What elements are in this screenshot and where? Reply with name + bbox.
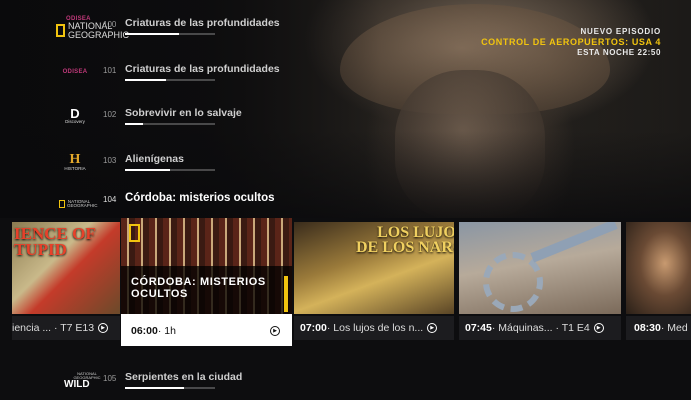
channel-number: 105 bbox=[103, 374, 117, 383]
natgeo-logo: NATIONAL GEOGRAPHIC bbox=[52, 192, 98, 216]
channel-row-101[interactable]: ODISEA 101 Criaturas de las profundidade… bbox=[0, 60, 330, 84]
play-circle-icon[interactable]: ▶ bbox=[593, 323, 604, 333]
play-circle-icon[interactable]: ▶ bbox=[98, 323, 109, 333]
promo-kicker: NUEVO EPISODIO bbox=[580, 27, 661, 36]
card-thumbnail bbox=[626, 222, 691, 314]
channel-program: Criaturas de las profundidades bbox=[125, 17, 280, 29]
historia-h-icon: H bbox=[69, 151, 81, 167]
channel-program: Serpientes en la ciudad bbox=[125, 371, 243, 383]
natgeo-frame-icon bbox=[56, 24, 65, 38]
historia-logo: H HISTORIA bbox=[64, 151, 86, 171]
channel-program: Sobrevivir en lo salvaje bbox=[125, 107, 242, 119]
channel-row-103[interactable]: H HISTORIA 103 Alienígenas bbox=[0, 150, 330, 174]
machine-arm-shape bbox=[530, 222, 618, 263]
program-progress bbox=[125, 169, 215, 171]
card-caption: 06:00 · 1h ▶ bbox=[121, 316, 292, 346]
natgeo-logo: ODISEA NATIONAL GEOGRAPHIC bbox=[56, 16, 129, 40]
card-thumbnail: IENCE OF TUPID bbox=[12, 222, 120, 314]
program-card[interactable]: LOS LUJOS DE LOS NARCOS 07:00 · Los lujo… bbox=[294, 222, 454, 340]
card-caption: 08:30 · Med bbox=[626, 316, 691, 340]
channel-program: Alienígenas bbox=[125, 153, 184, 165]
card-title: CÓRDOBA: MISTERIOS OCULTOS bbox=[131, 276, 266, 301]
channel-row-102[interactable]: D Discovery 102 Sobrevivir en lo salvaje bbox=[0, 104, 330, 128]
promo-banner[interactable]: NUEVO EPISODIO CONTROL DE AEROPUERTOS: U… bbox=[481, 27, 661, 58]
program-progress bbox=[125, 33, 215, 35]
channel-program: Criaturas de las profundidades bbox=[125, 63, 280, 75]
odisea-logo: ODISEA bbox=[62, 69, 88, 75]
promo-time: ESTA NOCHE 22:50 bbox=[577, 48, 661, 58]
channel-number: 102 bbox=[103, 110, 117, 119]
card-thumbnail: CÓRDOBA: MISTERIOS OCULTOS bbox=[121, 218, 292, 314]
channel-number: 100 bbox=[103, 20, 117, 29]
card-thumbnail: LOS LUJOS DE LOS NARCOS bbox=[294, 222, 454, 314]
accent-bar bbox=[284, 276, 288, 312]
channel-number: 104 bbox=[103, 195, 117, 204]
play-circle-icon[interactable]: ▶ bbox=[270, 326, 280, 336]
natgeo-frame-icon bbox=[129, 224, 140, 242]
promo-title: CONTROL DE AEROPUERTOS: USA 4 bbox=[481, 37, 661, 47]
natgeo-frame-icon bbox=[59, 200, 65, 208]
program-progress bbox=[125, 79, 215, 81]
program-progress bbox=[125, 123, 215, 125]
card-caption: iencia ... · T7 E13 ▶ bbox=[12, 316, 120, 340]
program-card-focused[interactable]: CÓRDOBA: MISTERIOS OCULTOS 06:00 · 1h ▶ bbox=[121, 218, 292, 346]
card-caption: 07:45 · Máquinas... · T1 E4 ▶ bbox=[459, 316, 621, 340]
program-card[interactable]: 08:30 · Med bbox=[626, 222, 691, 340]
channel-program: Córdoba: misterios ocultos bbox=[125, 192, 275, 204]
channel-number: 103 bbox=[103, 156, 117, 165]
program-progress bbox=[125, 387, 215, 389]
program-card[interactable]: 07:45 · Máquinas... · T1 E4 ▶ bbox=[459, 222, 621, 340]
play-circle-icon[interactable]: ▶ bbox=[427, 323, 438, 333]
channel-number: 101 bbox=[103, 66, 117, 75]
card-thumbnail bbox=[459, 222, 621, 314]
program-card[interactable]: IENCE OF TUPID iencia ... · T7 E13 ▶ bbox=[12, 222, 120, 340]
channel-row-105[interactable]: NATIONAL GEOGRAPHIC WILD 105 Serpientes … bbox=[0, 368, 330, 392]
card-caption: 07:00 · Los lujos de los n... ▶ bbox=[294, 316, 454, 340]
discovery-logo: D Discovery bbox=[65, 106, 85, 125]
channel-row-100[interactable]: ODISEA NATIONAL GEOGRAPHIC 100 Criaturas… bbox=[0, 14, 330, 40]
